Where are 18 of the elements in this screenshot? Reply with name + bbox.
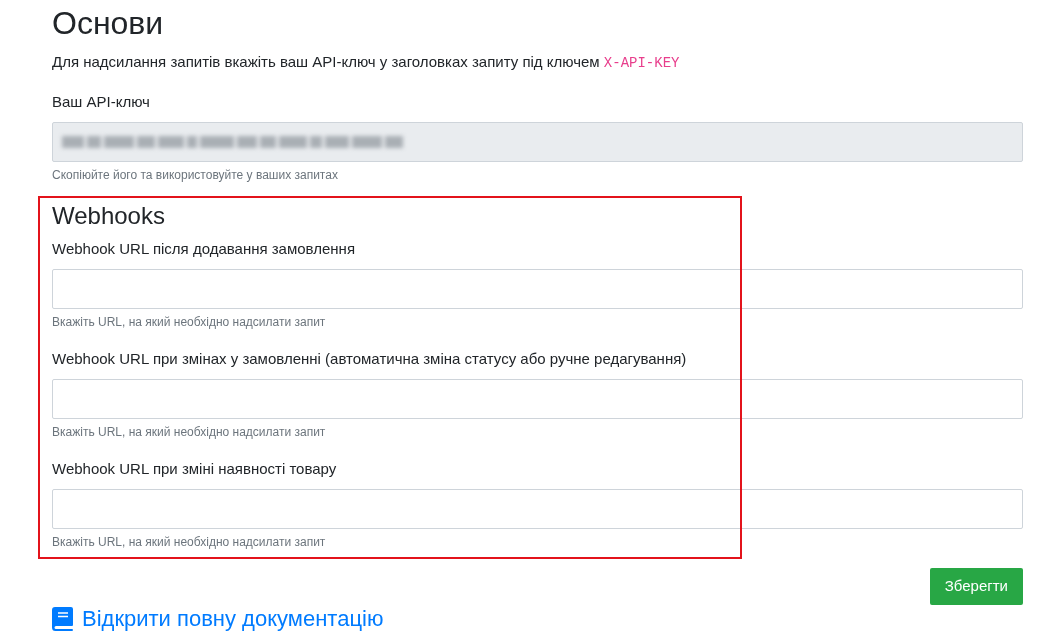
url-input-field[interactable] [52, 269, 1023, 309]
field-label: Webhook URL при зміні наявності товару [52, 459, 337, 479]
field-hint: Скопіюйте його та використовуйте у ваших запитах [52, 167, 338, 184]
field-label: Webhook URL при змінах у замовленні (автоматична зміна статусу або ручне редагування) [52, 349, 687, 369]
documentation-link[interactable]: Відкрити повну документацію [82, 605, 384, 633]
intro-text: Для надсилання запитів вкажіть ваш API-ключ у заголовках запиту під ключем X-API-KEY [52, 52, 681, 73]
section-title: Webhooks [52, 201, 165, 230]
url-input-field[interactable] [52, 379, 1023, 419]
field-hint: Вкажіть URL, на який необхідно надсилати запит [52, 424, 326, 441]
field-label: Webhook URL після додавання замовлення [52, 239, 356, 259]
section-title: Основи [52, 4, 165, 42]
readonly-input-field[interactable] [52, 122, 1023, 162]
field-hint: Вкажіть URL, на який необхідно надсилати запит [52, 534, 326, 551]
book-icon [52, 607, 73, 631]
field-hint: Вкажіть URL, на який необхідно надсилати запит [52, 314, 326, 331]
save-button[interactable]: Зберегти [929, 568, 1023, 605]
field-label: Ваш API-ключ [52, 92, 150, 112]
url-input-field[interactable] [52, 489, 1023, 529]
